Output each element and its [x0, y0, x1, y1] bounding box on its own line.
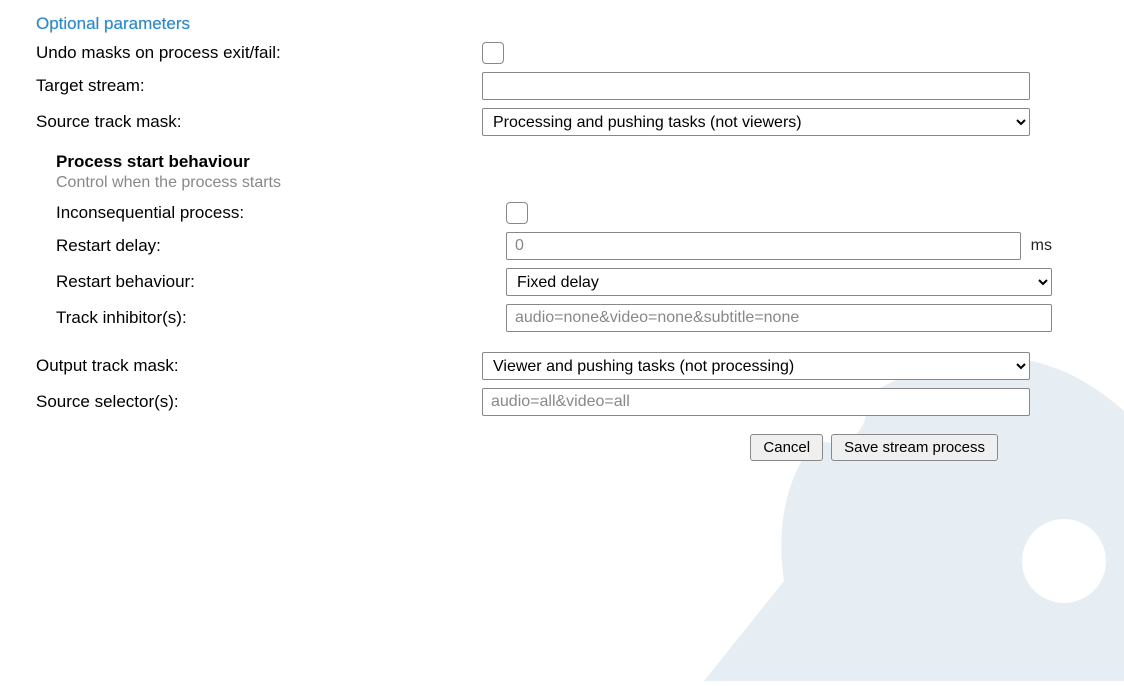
row-track-inhibitor: Track inhibitor(s):: [56, 304, 1092, 332]
row-undo-masks: Undo masks on process exit/fail:: [32, 42, 1092, 64]
row-output-track-mask: Output track mask: Viewer and pushing ta…: [32, 352, 1092, 380]
inconsequential-checkbox[interactable]: [506, 202, 528, 224]
label-output-track-mask: Output track mask:: [32, 356, 482, 376]
restart-delay-input[interactable]: [506, 232, 1021, 260]
process-start-block: Process start behaviour Control when the…: [56, 152, 1092, 332]
button-bar: Cancel Save stream process: [32, 434, 1092, 461]
cancel-button[interactable]: Cancel: [750, 434, 823, 461]
track-inhibitor-input[interactable]: [506, 304, 1052, 332]
restart-behaviour-select[interactable]: Fixed delay: [506, 268, 1052, 296]
row-restart-behaviour: Restart behaviour: Fixed delay: [56, 268, 1092, 296]
target-stream-input[interactable]: [482, 72, 1030, 100]
save-button[interactable]: Save stream process: [831, 434, 998, 461]
row-inconsequential: Inconsequential process:: [56, 202, 1092, 224]
label-source-selector: Source selector(s):: [32, 392, 482, 412]
row-source-track-mask: Source track mask: Processing and pushin…: [32, 108, 1092, 136]
source-track-mask-select[interactable]: Processing and pushing tasks (not viewer…: [482, 108, 1030, 136]
section-title-optional-parameters: Optional parameters: [36, 14, 1092, 34]
output-track-mask-select[interactable]: Viewer and pushing tasks (not processing…: [482, 352, 1030, 380]
label-track-inhibitor: Track inhibitor(s):: [56, 308, 506, 328]
row-source-selector: Source selector(s):: [32, 388, 1092, 416]
process-start-description: Control when the process starts: [56, 174, 1092, 192]
source-selector-input[interactable]: [482, 388, 1030, 416]
row-restart-delay: Restart delay: ms: [56, 232, 1092, 260]
label-restart-delay: Restart delay:: [56, 236, 506, 256]
restart-delay-unit: ms: [1027, 237, 1052, 255]
process-start-title: Process start behaviour: [56, 152, 1092, 172]
row-target-stream: Target stream:: [32, 72, 1092, 100]
label-inconsequential: Inconsequential process:: [56, 203, 506, 223]
label-undo-masks: Undo masks on process exit/fail:: [32, 43, 482, 63]
undo-masks-checkbox[interactable]: [482, 42, 504, 64]
label-target-stream: Target stream:: [32, 76, 482, 96]
label-source-track-mask: Source track mask:: [32, 112, 482, 132]
label-restart-behaviour: Restart behaviour:: [56, 272, 506, 292]
